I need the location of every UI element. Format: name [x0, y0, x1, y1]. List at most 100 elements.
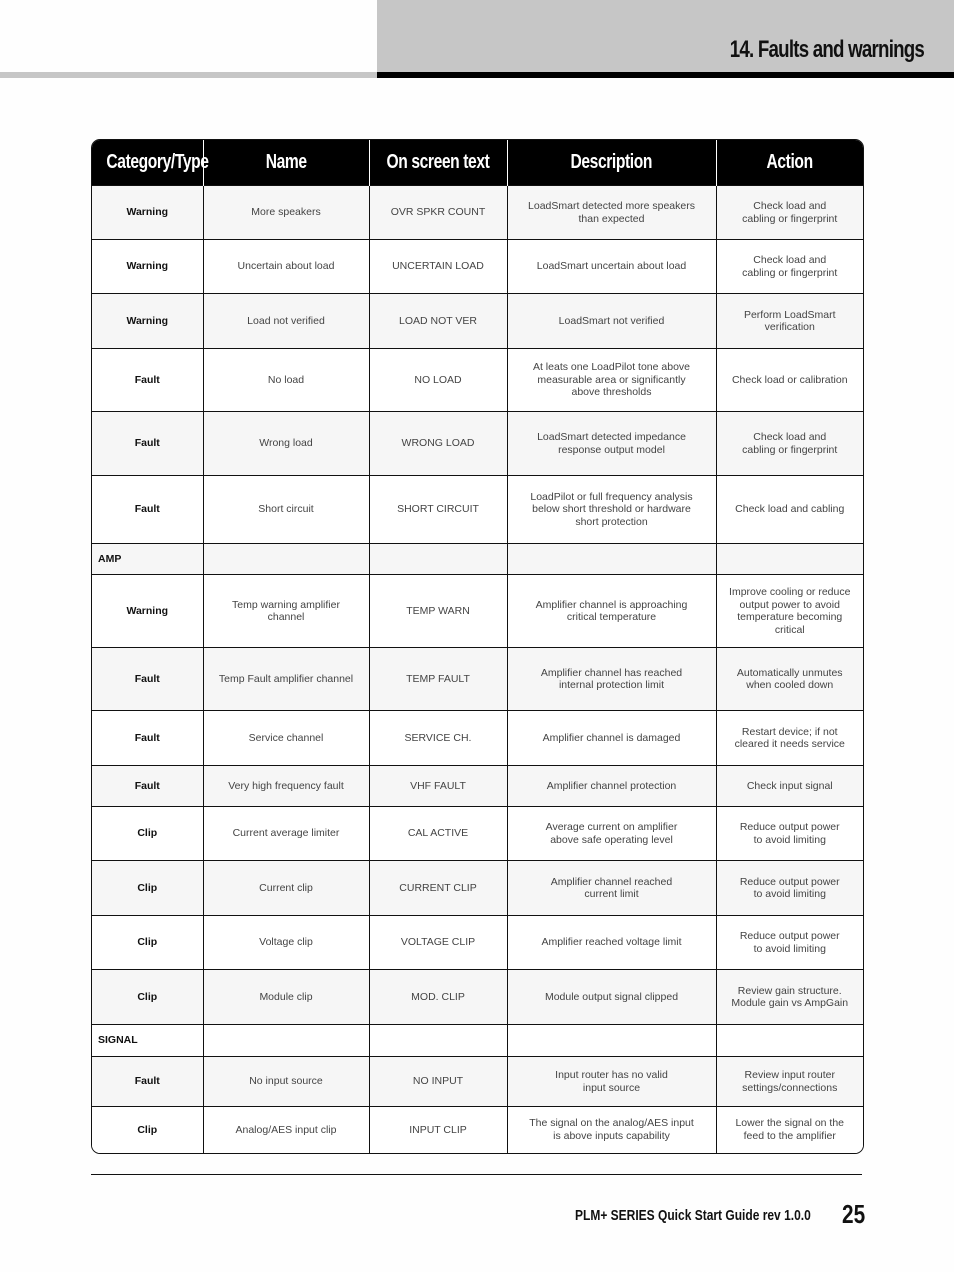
cell-action: Check load or calibration [715, 348, 863, 412]
cell-name: Wrong load [202, 411, 369, 476]
cell-description: LoadSmart uncertain about load [506, 239, 716, 294]
cell-action: Restart device; if not cleared it needs … [715, 710, 863, 766]
cell-action: Reduce output power to avoid limiting [715, 806, 863, 861]
cell-category: Fault [92, 765, 203, 807]
cell-action: Reduce output power to avoid limiting [715, 915, 863, 970]
cell-name [202, 1024, 369, 1057]
cell-category: Fault [92, 475, 203, 544]
cell-category: Clip [92, 806, 203, 861]
cell-description: Amplifier channel reached current limit [506, 860, 716, 916]
header-rule-right [377, 72, 954, 78]
cell-action: Lower the signal on the feed to the ampl… [715, 1106, 863, 1153]
cell-name: Very high frequency fault [202, 765, 369, 807]
cell-on-screen-text: UNCERTAIN LOAD [368, 239, 507, 294]
section-label: AMP [92, 543, 203, 575]
cell-action: Check load and cabling or fingerprint [715, 185, 863, 240]
cell-name: Temp warning amplifier channel [202, 574, 369, 648]
cell-description: Amplifier channel is approaching critica… [506, 574, 716, 648]
cell-description: LoadSmart not verified [506, 293, 716, 349]
page-title: 14. Faults and warnings [729, 36, 925, 63]
table-row: Clip Voltage clip VOLTAGE CLIP Amplifier re… [92, 915, 863, 970]
cell-name: No load [202, 348, 369, 412]
cell-category: Clip [92, 969, 203, 1025]
cell-name: Analog/AES input clip [202, 1106, 369, 1153]
cell-action: Check load and cabling or fingerprint [715, 239, 863, 294]
cell-action: Perform LoadSmart verification [715, 293, 863, 349]
table-row: Fault Temp Fault amplifier channel TEMP FA… [92, 647, 863, 711]
table-row: Warning Load not verified LOAD NOT VER Load… [92, 293, 863, 349]
section-label: SIGNAL [92, 1024, 203, 1057]
table-row: Clip Analog/AES input clip INPUT CLIP The s… [92, 1106, 863, 1153]
cell-category: Fault [92, 1056, 203, 1107]
cell-action: Check input signal [715, 765, 863, 807]
cell-action: Check load and cabling [715, 475, 863, 544]
table-row: Fault Service channel SERVICE CH. Amplifier… [92, 710, 863, 766]
cell-name: Current average limiter [202, 806, 369, 861]
column-header-category: Category/Type [92, 140, 209, 186]
cell-category: Fault [92, 647, 203, 711]
cell-on-screen-text [368, 1024, 507, 1057]
cell-on-screen-text: CURRENT CLIP [368, 860, 507, 916]
table-row: Fault Wrong load WRONG LOAD LoadSmart detec… [92, 411, 863, 476]
header-rule-left [0, 72, 377, 78]
cell-name: Voltage clip [202, 915, 369, 970]
cell-on-screen-text: NO LOAD [368, 348, 507, 412]
cell-action: Improve cooling or reduce output power t… [715, 574, 863, 648]
cell-on-screen-text: SERVICE CH. [368, 710, 507, 766]
cell-name: Short circuit [202, 475, 369, 544]
cell-on-screen-text: OVR SPKR COUNT [368, 185, 507, 240]
cell-action [715, 543, 863, 575]
table-row: Fault Very high frequency fault VHF FAULT A… [92, 765, 863, 807]
table-body: Warning More speakers OVR SPKR COUNT LoadSm… [92, 185, 863, 1153]
table-row: Warning Uncertain about load UNCERTAIN LOA… [92, 239, 863, 294]
cell-on-screen-text: TEMP FAULT [368, 647, 507, 711]
cell-on-screen-text: VHF FAULT [368, 765, 507, 807]
cell-name: Temp Fault amplifier channel [202, 647, 369, 711]
cell-category: Warning [92, 574, 203, 648]
cell-on-screen-text: MOD. CLIP [368, 969, 507, 1025]
cell-category: Clip [92, 915, 203, 970]
cell-category: Fault [92, 348, 203, 412]
column-header-description: Description [506, 140, 716, 186]
cell-name: Module clip [202, 969, 369, 1025]
cell-action: Check load and cabling or fingerprint [715, 411, 863, 476]
cell-name: Current clip [202, 860, 369, 916]
cell-category: Warning [92, 293, 203, 349]
cell-on-screen-text: TEMP WARN [368, 574, 507, 648]
cell-on-screen-text: LOAD NOT VER [368, 293, 507, 349]
page-number: 25 [842, 1199, 866, 1229]
cell-on-screen-text: NO INPUT [368, 1056, 507, 1107]
cell-description: Input router has no valid input source [506, 1056, 716, 1107]
footer-guide-title: PLM+ SERIES Quick Start Guide rev 1.0.0 [575, 1207, 811, 1224]
faults-table: Category/Type Name On screen text Descri… [91, 139, 864, 1154]
cell-category: Fault [92, 411, 203, 476]
cell-on-screen-text [368, 543, 507, 575]
cell-category: Fault [92, 710, 203, 766]
table-row: Clip Module clip MOD. CLIP Module output si… [92, 969, 863, 1025]
cell-action: Review gain structure. Module gain vs Am… [715, 969, 863, 1025]
cell-on-screen-text: INPUT CLIP [368, 1106, 507, 1153]
cell-description: Module output signal clipped [506, 969, 716, 1025]
table-row: Clip Current average limiter CAL ACTIVE Ave… [92, 806, 863, 861]
cell-description: Amplifier reached voltage limit [506, 915, 716, 970]
cell-description: At leats one LoadPilot tone above measur… [506, 348, 716, 412]
cell-action: Reduce output power to avoid limiting [715, 860, 863, 916]
cell-name: No input source [202, 1056, 369, 1107]
cell-description: Average current on amplifier above safe … [506, 806, 716, 861]
cell-description: Amplifier channel protection [506, 765, 716, 807]
column-header-on-screen-text: On screen text [368, 140, 507, 186]
cell-category: Warning [92, 185, 203, 240]
cell-description: LoadPilot or full frequency analysis bel… [506, 475, 716, 544]
cell-on-screen-text: WRONG LOAD [368, 411, 507, 476]
table-row: Warning Temp warning amplifier channel TEM… [92, 574, 863, 648]
cell-description: LoadSmart detected impedance response ou… [506, 411, 716, 476]
table-row: Clip Current clip CURRENT CLIP Amplifier ch… [92, 860, 863, 916]
cell-on-screen-text: SHORT CIRCUIT [368, 475, 507, 544]
column-header-action: Action [715, 140, 863, 186]
cell-description: Amplifier channel is damaged [506, 710, 716, 766]
cell-description [506, 1024, 716, 1057]
section-row: AMP [92, 543, 863, 575]
section-row: SIGNAL [92, 1024, 863, 1057]
cell-category: Warning [92, 239, 203, 294]
cell-action [715, 1024, 863, 1057]
